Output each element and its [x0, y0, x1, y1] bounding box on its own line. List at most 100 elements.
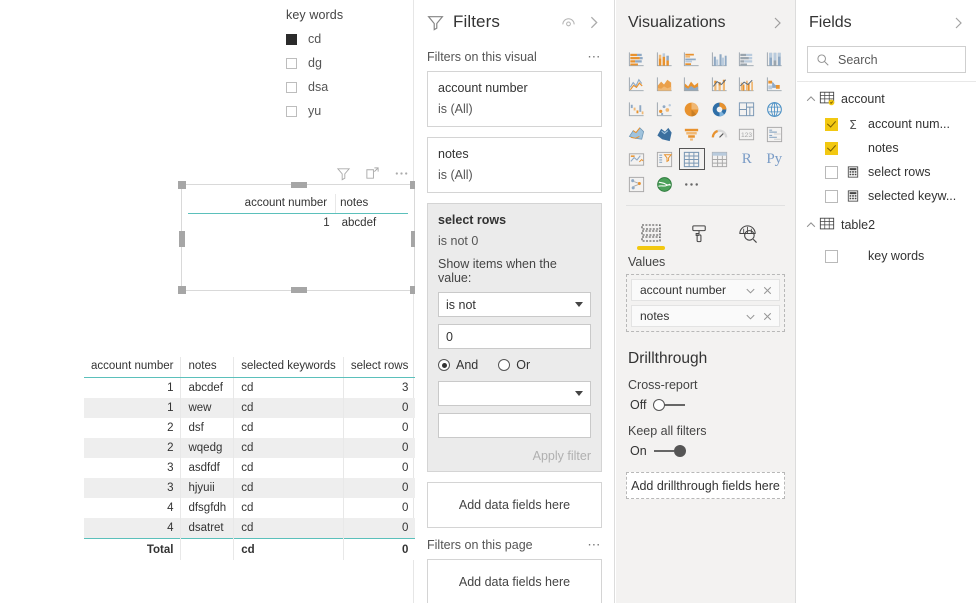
table-row[interactable]: 1 abcdef cd 3: [84, 377, 416, 398]
resize-handle-bottom-left[interactable]: [178, 286, 186, 294]
focus-mode-icon[interactable]: [365, 166, 380, 181]
arcgis-maps-icon[interactable]: [652, 173, 678, 195]
resize-handle-bottom[interactable]: [291, 287, 307, 293]
pie-chart-icon[interactable]: [679, 98, 705, 120]
column-header-notes[interactable]: notes: [180, 357, 234, 378]
more-visuals-icon[interactable]: [679, 173, 705, 195]
checkbox-icon[interactable]: [286, 105, 297, 117]
checkbox-icon[interactable]: [825, 117, 838, 131]
checkbox-icon[interactable]: [286, 81, 297, 93]
keep-all-filters-toggle[interactable]: [653, 445, 686, 457]
slicer-icon[interactable]: [652, 148, 678, 170]
card-icon[interactable]: 123: [734, 123, 760, 145]
table-visual-container[interactable]: account number notes 1 abcdef: [178, 162, 418, 294]
map-icon[interactable]: [762, 98, 788, 120]
table-row[interactable]: 4 dsatret cd 0: [84, 518, 416, 539]
filters-visual-dropzone[interactable]: Add data fields here: [427, 482, 602, 528]
resize-handle-left[interactable]: [179, 231, 185, 247]
table-row[interactable]: 1 abcdef: [188, 214, 408, 233]
field-item-notes[interactable]: notes: [797, 136, 976, 160]
column-header-selected-keywords[interactable]: selected keywords: [233, 357, 344, 378]
stacked-bar-chart-icon[interactable]: [624, 48, 650, 70]
slicer-item-dg[interactable]: dg: [286, 53, 406, 73]
eye-hide-icon[interactable]: [560, 14, 577, 31]
multi-row-card-icon[interactable]: [762, 123, 788, 145]
scatter-chart-icon[interactable]: [652, 98, 678, 120]
line-and-stacked-column-chart-icon[interactable]: [707, 73, 733, 95]
treemap-icon[interactable]: [734, 98, 760, 120]
clustered-column-chart-icon[interactable]: [707, 48, 733, 70]
column-header-account-number[interactable]: account number: [84, 357, 181, 378]
column-header-select-rows[interactable]: select rows: [342, 357, 416, 378]
apply-filter-button[interactable]: Apply filter: [438, 449, 591, 463]
table-row[interactable]: 4 dfsgfdh cd 0: [84, 498, 416, 518]
column-header-account-number[interactable]: account number: [188, 194, 336, 214]
field-item-key-words[interactable]: key words: [797, 244, 976, 268]
area-chart-icon[interactable]: [652, 73, 678, 95]
table-row[interactable]: 3 asdfdf cd 0: [84, 458, 416, 478]
collapse-pane-chevron-icon[interactable]: [769, 15, 785, 31]
gauge-chart-icon[interactable]: [707, 123, 733, 145]
filter-card-account-number[interactable]: account number is (All): [427, 71, 602, 127]
drillthrough-dropzone[interactable]: Add drillthrough fields here: [626, 472, 785, 499]
table-row[interactable]: 2 wqedg cd 0: [84, 438, 416, 458]
checkbox-icon[interactable]: [286, 57, 297, 69]
slicer-visual-key-words[interactable]: key words cd dg dsa yu: [286, 8, 406, 125]
column-header-notes[interactable]: notes: [335, 194, 408, 214]
analytics-tab[interactable]: [734, 218, 760, 248]
fields-table-table2[interactable]: table2: [797, 212, 976, 238]
values-well[interactable]: account number notes: [626, 274, 785, 332]
r-script-visual-icon[interactable]: R: [734, 148, 760, 170]
more-options-icon[interactable]: ⋯: [587, 50, 602, 63]
donut-chart-icon[interactable]: [707, 98, 733, 120]
table-row[interactable]: 2 dsf cd 0: [84, 418, 416, 438]
stacked-column-chart-icon[interactable]: [652, 48, 678, 70]
slicer-item-yu[interactable]: yu: [286, 101, 406, 121]
fields-table-account[interactable]: account: [797, 86, 976, 112]
fields-tab[interactable]: [637, 218, 665, 250]
matrix-icon[interactable]: [707, 148, 733, 170]
ribbon-chart-icon[interactable]: [762, 73, 788, 95]
field-pill-notes[interactable]: notes: [631, 305, 780, 327]
checkbox-icon[interactable]: [286, 33, 297, 45]
table-row[interactable]: 3 hjyuii cd 0: [84, 478, 416, 498]
chevron-down-icon[interactable]: [744, 284, 757, 297]
search-box[interactable]: Search: [807, 46, 966, 73]
remove-field-icon[interactable]: [761, 284, 774, 297]
clustered-bar-chart-icon[interactable]: [679, 48, 705, 70]
checkbox-icon[interactable]: [825, 249, 838, 263]
filter-card-select-rows[interactable]: select rows is not 0 Show items when the…: [427, 203, 602, 472]
waterfall-chart-icon[interactable]: [624, 98, 650, 120]
collapse-pane-chevron-icon[interactable]: [950, 15, 966, 31]
line-chart-icon[interactable]: [624, 73, 650, 95]
filled-map-icon[interactable]: [624, 123, 650, 145]
data-table-visual[interactable]: account number notes selected keywords s…: [84, 357, 416, 560]
100-stacked-bar-chart-icon[interactable]: [734, 48, 760, 70]
shape-map-icon[interactable]: [652, 123, 678, 145]
radio-and[interactable]: And: [438, 358, 478, 372]
filter-operator-dropdown-1[interactable]: is not: [438, 292, 591, 317]
format-tab[interactable]: [686, 218, 712, 248]
table-row[interactable]: 1 wew cd 0: [84, 398, 416, 418]
field-item-select-rows[interactable]: select rows: [797, 160, 976, 184]
filter-icon[interactable]: [336, 166, 351, 181]
python-visual-icon[interactable]: Py: [762, 148, 788, 170]
cross-report-toggle[interactable]: [653, 399, 686, 411]
more-options-icon[interactable]: [394, 166, 409, 181]
slicer-item-dsa[interactable]: dsa: [286, 77, 406, 97]
search-input[interactable]: Search: [838, 53, 878, 67]
checkbox-icon[interactable]: [825, 141, 838, 155]
table-icon[interactable]: [679, 148, 705, 170]
more-options-icon[interactable]: ⋯: [587, 538, 602, 551]
filter-card-notes[interactable]: notes is (All): [427, 137, 602, 193]
remove-field-icon[interactable]: [761, 310, 774, 323]
checkbox-icon[interactable]: [825, 189, 838, 203]
line-and-clustered-column-chart-icon[interactable]: [734, 73, 760, 95]
chevron-up-icon[interactable]: [803, 93, 819, 105]
chevron-up-icon[interactable]: [803, 219, 819, 231]
checkbox-icon[interactable]: [825, 165, 838, 179]
kpi-icon[interactable]: [624, 148, 650, 170]
resize-handle-top[interactable]: [291, 182, 307, 188]
chevron-down-icon[interactable]: [744, 310, 757, 323]
field-pill-account-number[interactable]: account number: [631, 279, 780, 301]
